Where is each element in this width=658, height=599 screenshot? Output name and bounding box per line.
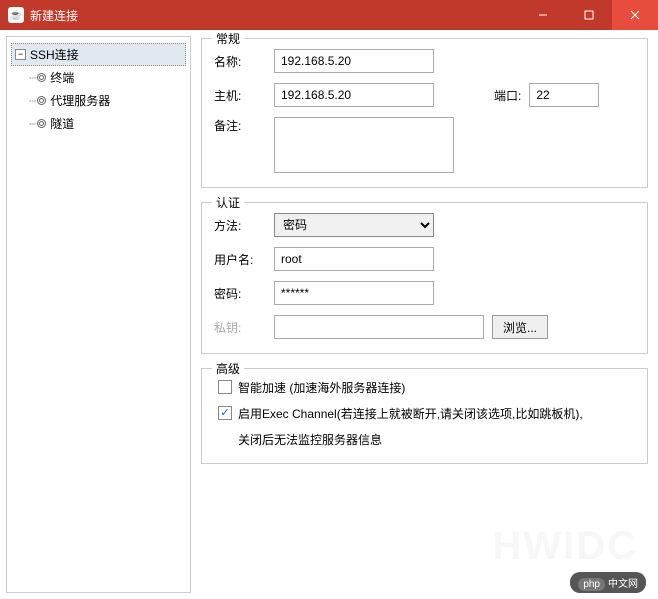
remark-label: 备注: — [214, 117, 274, 134]
username-label: 用户名: — [214, 251, 274, 268]
port-label: 端口: — [494, 87, 521, 104]
tree-item-label: 隧道 — [50, 115, 74, 132]
tree-bullet-icon — [37, 119, 46, 128]
advanced-fieldset: 高级 智能加速 (加速海外服务器连接) ✓ 启用Exec Channel(若连接… — [201, 368, 648, 464]
tree-connector-icon: ┄ — [29, 71, 35, 85]
host-label: 主机: — [214, 87, 274, 104]
close-button[interactable] — [612, 0, 658, 30]
tree-root-ssh[interactable]: − SSH连接 — [11, 43, 186, 66]
app-icon: ☕ — [8, 7, 24, 23]
main-panel: 常规 名称: 主机: 端口: 备注: 认证 方法: 密码 — [191, 30, 658, 599]
maximize-button[interactable] — [566, 0, 612, 30]
tree-connector-icon: ┄ — [29, 94, 35, 108]
smart-accel-checkbox[interactable] — [218, 380, 232, 394]
exec-channel-checkbox[interactable]: ✓ — [218, 406, 232, 420]
general-fieldset: 常规 名称: 主机: 端口: 备注: — [201, 38, 648, 188]
host-input[interactable] — [274, 83, 434, 107]
browse-button[interactable]: 浏览... — [492, 315, 548, 339]
tree-bullet-icon — [37, 73, 46, 82]
auth-legend: 认证 — [212, 194, 244, 211]
exec-channel-note: 关闭后无法监控服务器信息 — [238, 431, 635, 449]
port-input[interactable] — [529, 83, 599, 107]
general-legend: 常规 — [212, 30, 244, 47]
auth-fieldset: 认证 方法: 密码 用户名: 密码: 私钥: 浏览... — [201, 202, 648, 354]
close-icon — [630, 10, 640, 20]
connection-tree: − SSH连接 ┄ 终端 ┄ 代理服务器 ┄ 隧道 — [6, 36, 191, 593]
password-label: 密码: — [214, 285, 274, 302]
method-label: 方法: — [214, 217, 274, 234]
titlebar: ☕ 新建连接 — [0, 0, 658, 30]
minimize-icon — [538, 10, 548, 20]
php-badge: php中文网 — [570, 572, 646, 593]
minimize-button[interactable] — [520, 0, 566, 30]
tree-item-tunnel[interactable]: ┄ 隧道 — [25, 112, 186, 135]
tree-item-label: 终端 — [50, 69, 74, 86]
window-controls — [520, 0, 658, 30]
maximize-icon — [584, 10, 594, 20]
smart-accel-label: 智能加速 (加速海外服务器连接) — [238, 379, 405, 397]
tree-item-label: 代理服务器 — [50, 92, 110, 109]
private-key-label: 私钥: — [214, 319, 274, 336]
name-label: 名称: — [214, 53, 274, 70]
tree-root-label: SSH连接 — [30, 46, 79, 63]
window-title: 新建连接 — [30, 7, 520, 24]
tree-bullet-icon — [37, 96, 46, 105]
username-input[interactable] — [274, 247, 434, 271]
tree-item-proxy[interactable]: ┄ 代理服务器 — [25, 89, 186, 112]
collapse-icon[interactable]: − — [15, 49, 26, 60]
name-input[interactable] — [274, 49, 434, 73]
method-select[interactable]: 密码 — [274, 213, 434, 237]
php-badge-suffix: 中文网 — [608, 579, 638, 590]
tree-item-terminal[interactable]: ┄ 终端 — [25, 66, 186, 89]
tree-children: ┄ 终端 ┄ 代理服务器 ┄ 隧道 — [25, 66, 186, 135]
exec-channel-label: 启用Exec Channel(若连接上就被断开,请关闭该选项,比如跳板机), — [238, 405, 583, 423]
password-input[interactable] — [274, 281, 434, 305]
remark-textarea[interactable] — [274, 117, 454, 173]
advanced-legend: 高级 — [212, 360, 244, 377]
php-badge-prefix: php — [578, 578, 605, 591]
content-area: − SSH连接 ┄ 终端 ┄ 代理服务器 ┄ 隧道 常规 — [0, 30, 658, 599]
tree-connector-icon: ┄ — [29, 117, 35, 131]
private-key-input[interactable] — [274, 315, 484, 339]
